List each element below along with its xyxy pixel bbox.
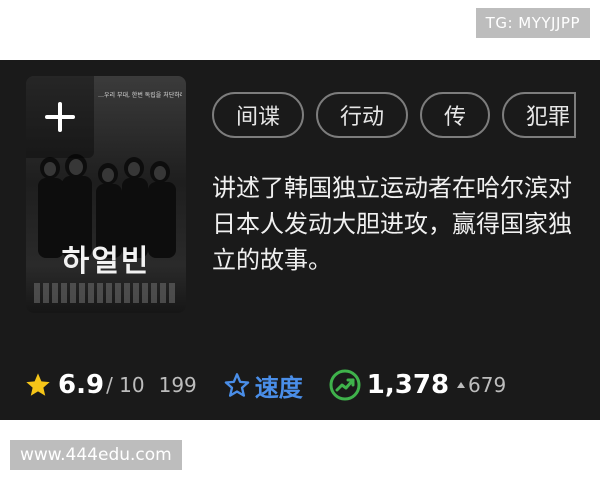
stats-bar: 6.9 / 10 199 速度 1,378 679 — [24, 367, 506, 403]
rating-max: / 10 — [106, 373, 145, 397]
genre-tags: 间谍 行动 传 犯罪 — [212, 92, 577, 138]
tag-spy[interactable]: 间谍 — [212, 92, 305, 138]
rating-value: 6.9 — [58, 370, 105, 400]
movie-description: 讲述了韩国独立运动者在哈尔滨对日本人发动大胆进攻，赢得国家独立的故事。 — [212, 174, 572, 274]
view-delta-value: 679 — [468, 373, 507, 397]
star-outline-icon — [224, 373, 250, 397]
watermark-tg: TG: MYYJJPP — [475, 8, 590, 38]
popularity: 1,378 679 — [329, 369, 506, 401]
up-arrow-icon — [457, 382, 466, 388]
star-icon — [26, 373, 50, 396]
poster-tagline: …우리 부대, 한번 독립을 처단하러 — [98, 92, 182, 99]
view-delta: 679 — [457, 373, 506, 397]
tag-crime[interactable]: 犯罪 — [502, 92, 577, 138]
movie-poster[interactable]: …우리 부대, 한번 독립을 처단하러 하얼빈 — [26, 76, 186, 313]
speed-button[interactable]: 速度 — [223, 368, 303, 403]
add-to-list-button[interactable] — [26, 76, 94, 158]
view-count: 1,378 — [366, 370, 450, 400]
trending-up-icon — [329, 369, 361, 401]
poster-title: 하얼빈 — [61, 244, 151, 279]
tag-biography[interactable]: 传 — [420, 92, 491, 138]
tag-action[interactable]: 行动 — [316, 92, 409, 138]
movie-card[interactable]: …우리 부대, 한번 독립을 처단하러 하얼빈 间谍 行动 传 犯罪 讲述了韩国… — [0, 60, 600, 420]
watermark-site: www.444edu.com — [10, 440, 182, 470]
speed-label: 速度 — [254, 373, 303, 402]
rating-count: 199 — [158, 373, 197, 397]
poster-credits — [34, 283, 178, 303]
plus-icon — [45, 102, 75, 132]
